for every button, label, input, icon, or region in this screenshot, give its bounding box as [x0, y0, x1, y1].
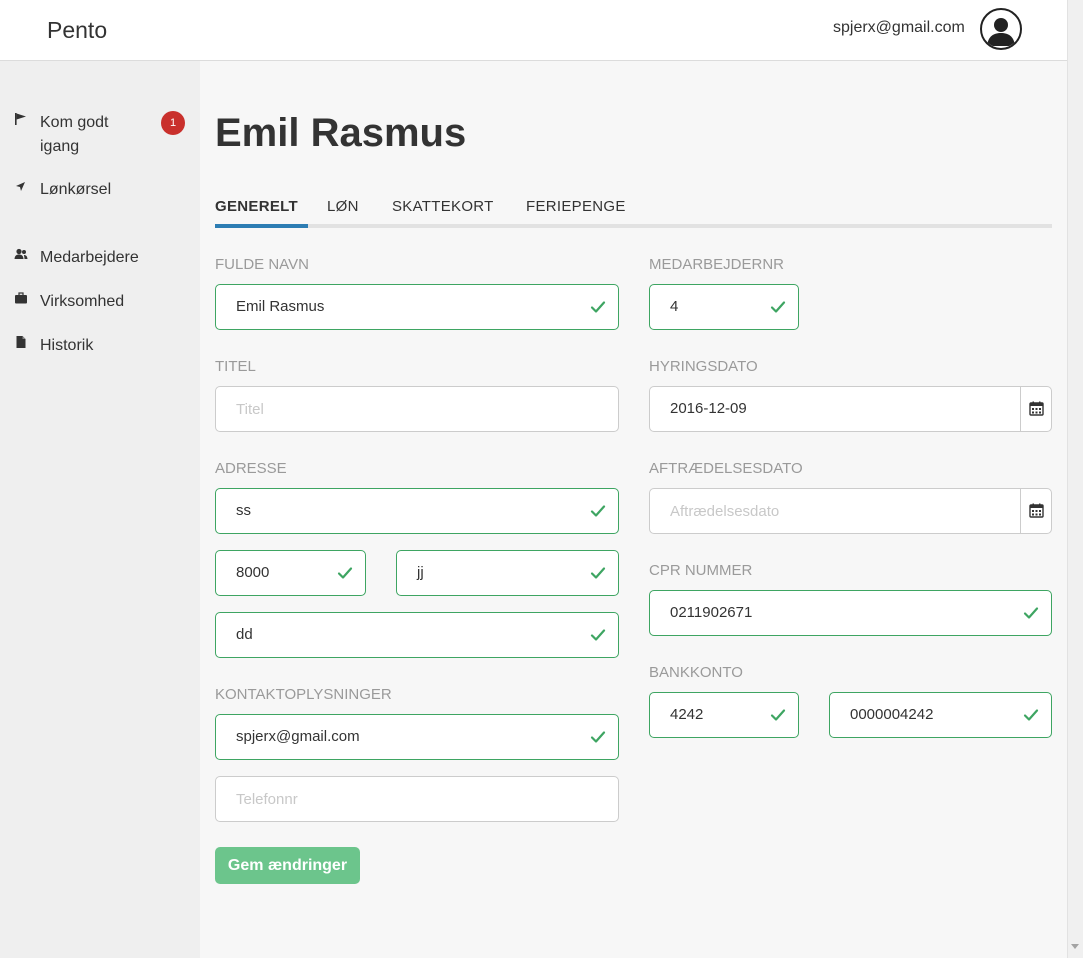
employee-no-value: 4 — [670, 298, 679, 315]
email-field[interactable]: spjerx@gmail.com — [215, 714, 619, 760]
calendar-icon — [1029, 401, 1044, 416]
city-field[interactable]: jj — [396, 550, 619, 596]
street-value: ss — [236, 502, 251, 519]
postal-code-field[interactable]: 8000 — [215, 550, 366, 596]
document-icon — [14, 335, 28, 349]
sidebar-item-historik[interactable]: Historik — [0, 334, 200, 358]
bank-reg-field[interactable]: 4242 — [649, 692, 799, 738]
sidebar-item-medarbejdere[interactable]: Medarbejdere — [0, 246, 200, 270]
check-icon — [770, 301, 786, 313]
tab-feriepenge[interactable]: FERIEPENGE — [526, 198, 626, 215]
city-value: jj — [417, 564, 424, 581]
street-field[interactable]: ss — [215, 488, 619, 534]
sidebar: Kom godt igang 1 Lønkørsel Medarbejdere … — [0, 61, 200, 958]
employee-no-field[interactable]: 4 — [649, 284, 799, 330]
sidebar-item-lonkorsel[interactable]: Lønkørsel — [0, 178, 200, 202]
flag-icon — [14, 112, 28, 126]
save-changes-button[interactable]: Gem ændringer — [215, 847, 360, 884]
cpr-value: 0211902671 — [670, 604, 753, 621]
briefcase-icon — [14, 291, 28, 305]
address-extra-field[interactable]: dd — [215, 612, 619, 658]
send-arrow-icon — [14, 179, 28, 193]
sidebar-item-kom-godt-igang[interactable]: Kom godt igang 1 — [0, 111, 200, 159]
tab-skattekort[interactable]: SKATTEKORT — [392, 198, 494, 215]
email-value: spjerx@gmail.com — [236, 728, 360, 745]
user-email[interactable]: spjerx@gmail.com — [833, 19, 965, 37]
hire-date-label: HYRINGSDATO — [649, 358, 758, 375]
termination-date-field[interactable]: Aftrædelsesdato — [649, 488, 1052, 534]
cpr-field[interactable]: 0211902671 — [649, 590, 1052, 636]
full-name-value: Emil Rasmus — [236, 298, 325, 315]
address-label: ADRESSE — [215, 460, 287, 477]
notification-badge: 1 — [161, 111, 185, 135]
tab-lon[interactable]: LØN — [327, 198, 359, 215]
users-icon — [14, 247, 28, 261]
title-label: TITEL — [215, 358, 256, 375]
check-icon — [1023, 709, 1039, 721]
sidebar-item-label: Historik — [40, 337, 94, 354]
sidebar-item-label: Kom godt igang — [40, 114, 109, 155]
check-icon — [590, 731, 606, 743]
check-icon — [337, 567, 353, 579]
top-bar: Pento spjerx@gmail.com — [0, 0, 1067, 61]
calendar-button[interactable] — [1020, 489, 1051, 533]
check-icon — [1023, 607, 1039, 619]
hire-date-field[interactable]: 2016-12-09 — [649, 386, 1052, 432]
check-icon — [590, 567, 606, 579]
sidebar-item-label: Medarbejdere — [40, 249, 139, 266]
bank-account-field[interactable]: 0000004242 — [829, 692, 1052, 738]
bank-account-label: BANKKONTO — [649, 664, 743, 681]
title-field[interactable]: Titel — [215, 386, 619, 432]
title-placeholder: Titel — [236, 401, 264, 418]
page-title: Emil Rasmus — [215, 111, 467, 155]
cpr-label: CPR NUMMER — [649, 562, 753, 579]
calendar-icon — [1029, 503, 1044, 518]
phone-field[interactable]: Telefonnr — [215, 776, 619, 822]
sidebar-item-virksomhed[interactable]: Virksomhed — [0, 290, 200, 314]
bank-reg-value: 4242 — [670, 706, 704, 723]
termination-date-label: AFTRÆDELSESDATO — [649, 460, 803, 477]
address-extra-value: dd — [236, 626, 253, 643]
calendar-button[interactable] — [1020, 387, 1051, 431]
scroll-down-arrow-icon[interactable] — [1071, 944, 1079, 949]
active-tab-indicator — [215, 224, 308, 228]
check-icon — [590, 505, 606, 517]
tab-generelt[interactable]: GENERELT — [215, 198, 298, 215]
phone-placeholder: Telefonnr — [236, 791, 298, 808]
check-icon — [770, 709, 786, 721]
vertical-scrollbar[interactable] — [1067, 0, 1083, 958]
termination-date-placeholder: Aftrædelsesdato — [670, 503, 780, 520]
hire-date-value: 2016-12-09 — [670, 400, 747, 417]
check-icon — [590, 301, 606, 313]
full-name-field[interactable]: Emil Rasmus — [215, 284, 619, 330]
contact-label: KONTAKTOPLYSNINGER — [215, 686, 392, 703]
tab-bar: GENERELT LØN SKATTEKORT FERIEPENGE — [215, 196, 1052, 228]
main-content: Emil Rasmus GENERELT LØN SKATTEKORT FERI… — [200, 61, 1067, 958]
postal-code-value: 8000 — [236, 564, 270, 581]
sidebar-item-label: Virksomhed — [40, 293, 125, 310]
bank-account-value: 0000004242 — [850, 706, 934, 723]
avatar-icon[interactable] — [980, 8, 1022, 50]
check-icon — [590, 629, 606, 641]
sidebar-item-label: Lønkørsel — [40, 181, 112, 198]
full-name-label: FULDE NAVN — [215, 256, 309, 273]
employee-no-label: MEDARBEJDERNR — [649, 256, 785, 273]
brand-logo[interactable]: Pento — [47, 17, 107, 44]
